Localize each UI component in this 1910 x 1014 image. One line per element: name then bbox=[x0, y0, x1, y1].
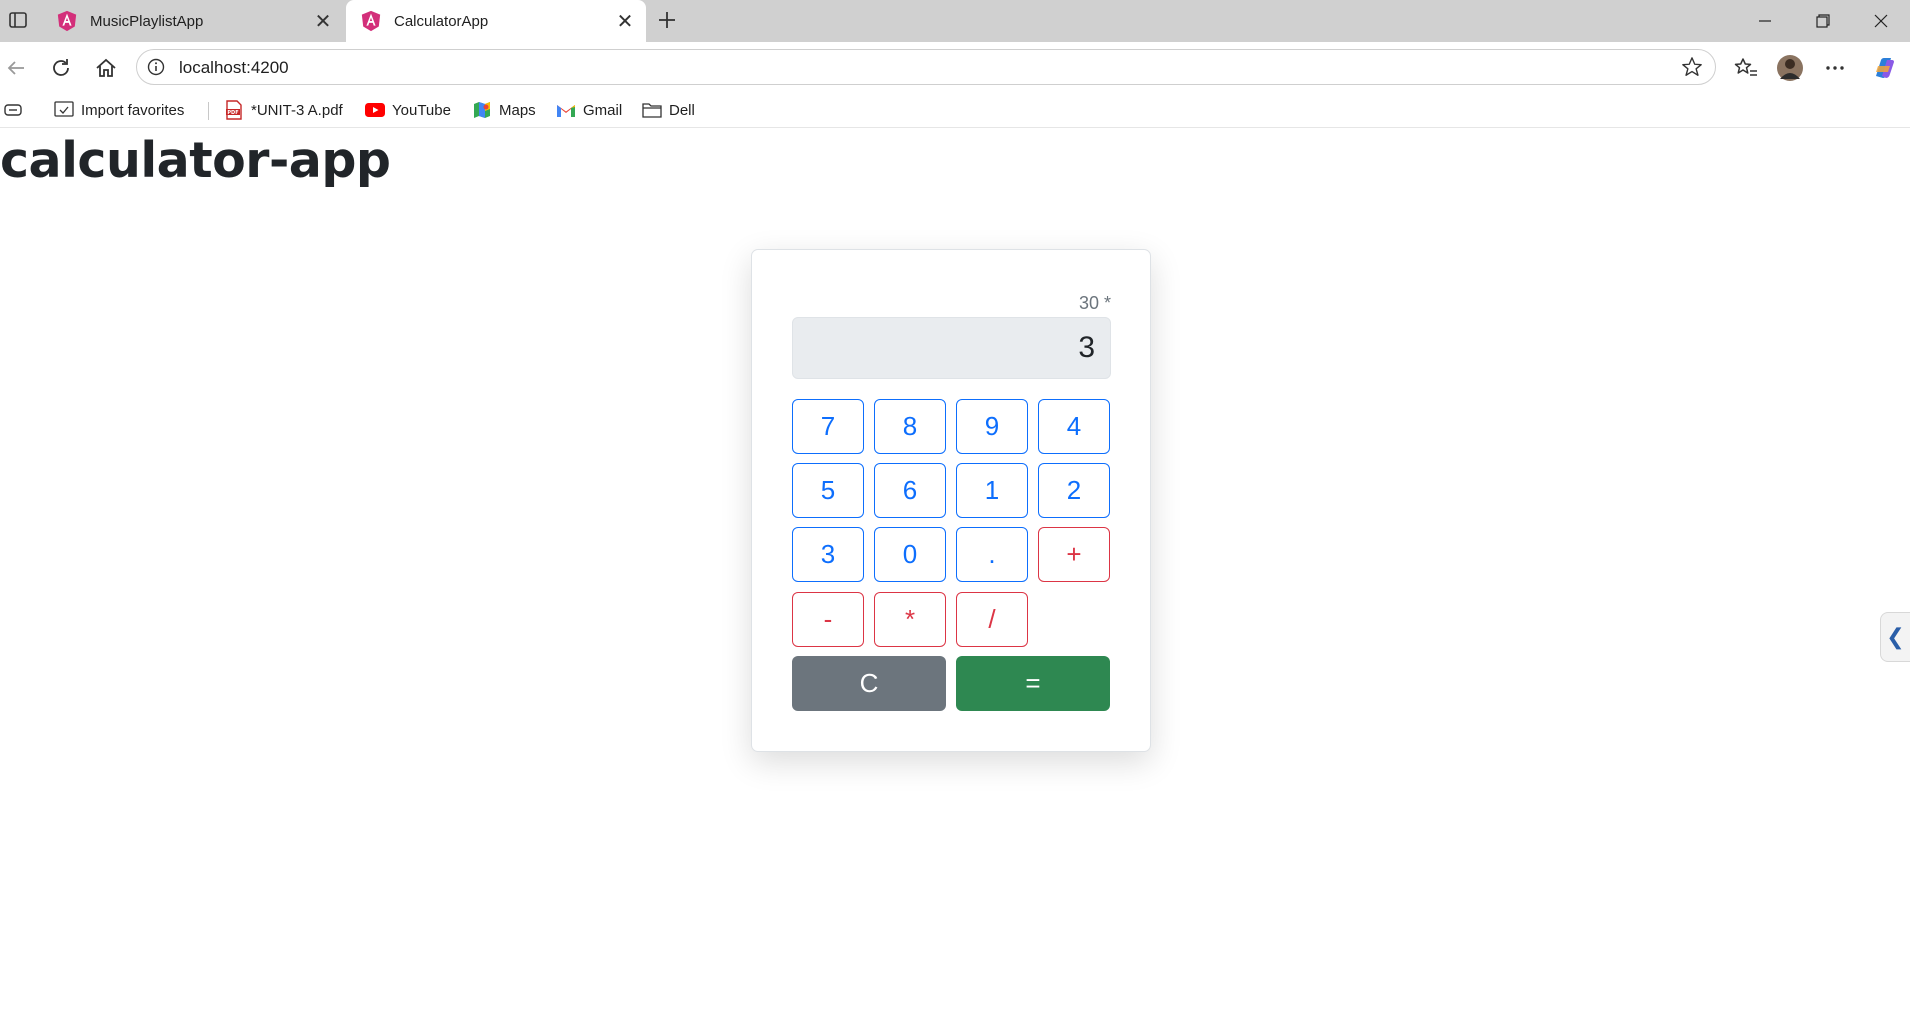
key-minus[interactable]: - bbox=[792, 592, 864, 647]
maps-icon bbox=[472, 101, 492, 119]
more-icon bbox=[1826, 66, 1844, 70]
minimize-button[interactable] bbox=[1736, 0, 1794, 42]
bookmark-label: Gmail bbox=[583, 101, 623, 119]
key-9[interactable]: 9 bbox=[956, 399, 1028, 454]
bookmark-youtube[interactable]: YouTube bbox=[365, 98, 451, 122]
minimize-icon bbox=[1759, 20, 1771, 22]
angular-icon bbox=[57, 10, 77, 32]
key-2[interactable]: 2 bbox=[1038, 463, 1110, 518]
tab-actions-icon bbox=[9, 12, 27, 28]
gmail-icon bbox=[556, 101, 576, 119]
bookmark-label: Import favorites bbox=[81, 101, 185, 119]
favorites-list-icon bbox=[1734, 58, 1757, 76]
chevron-left-icon: ❮ bbox=[1886, 624, 1905, 649]
bookmark-label: Maps bbox=[499, 101, 536, 119]
calculator-display: 3 bbox=[792, 317, 1111, 379]
refresh-icon bbox=[53, 59, 69, 76]
key-0[interactable]: 0 bbox=[874, 527, 946, 582]
equals-button[interactable]: = bbox=[956, 656, 1110, 711]
folder-icon bbox=[642, 101, 662, 119]
close-tab-icon[interactable]: ✕ bbox=[610, 6, 640, 36]
key-3[interactable]: 3 bbox=[792, 527, 864, 582]
display-value: 3 bbox=[1078, 331, 1095, 364]
bookmark-label: YouTube bbox=[392, 101, 451, 119]
tab-calculator[interactable]: CalculatorApp ✕ bbox=[346, 0, 646, 42]
favorite-star-icon[interactable] bbox=[1681, 56, 1703, 78]
restore-icon bbox=[1816, 14, 1830, 28]
restore-button[interactable] bbox=[1794, 0, 1852, 42]
browser-toolbar: localhost:4200 bbox=[0, 42, 1910, 92]
bookmark-import-favorites[interactable]: Import favorites bbox=[54, 98, 184, 122]
collections-button[interactable] bbox=[4, 98, 22, 122]
import-icon bbox=[54, 101, 74, 119]
key-5[interactable]: 5 bbox=[792, 463, 864, 518]
tab-actions-button[interactable] bbox=[4, 6, 32, 34]
youtube-icon bbox=[365, 101, 385, 119]
more-menu-button[interactable] bbox=[1819, 52, 1851, 84]
pdf-icon: PDF bbox=[224, 100, 244, 120]
back-button[interactable] bbox=[0, 52, 32, 84]
bookmark-label: *UNIT-3 A.pdf bbox=[251, 101, 343, 119]
profile-button[interactable] bbox=[1774, 52, 1806, 84]
key-plus[interactable]: + bbox=[1038, 527, 1110, 582]
bookmark-maps[interactable]: Maps bbox=[472, 98, 536, 122]
bookmarks-divider bbox=[208, 102, 209, 120]
key-7[interactable]: 7 bbox=[792, 399, 864, 454]
tab-strip: MusicPlaylistApp ✕ CalculatorApp ✕ bbox=[0, 0, 1910, 42]
bookmark-unit3-pdf[interactable]: PDF *UNIT-3 A.pdf bbox=[224, 98, 343, 122]
bookmark-folder-dell[interactable]: Dell bbox=[642, 98, 695, 122]
tab-music-playlist[interactable]: MusicPlaylistApp ✕ bbox=[42, 0, 344, 42]
key-4[interactable]: 4 bbox=[1038, 399, 1110, 454]
close-icon bbox=[1874, 14, 1888, 28]
key-multiply[interactable]: * bbox=[874, 592, 946, 647]
back-arrow-icon bbox=[7, 61, 24, 75]
key-decimal[interactable]: . bbox=[956, 527, 1028, 582]
expression-history: 30 * bbox=[1078, 293, 1111, 313]
home-button[interactable] bbox=[90, 52, 122, 84]
home-icon bbox=[96, 58, 116, 77]
new-tab-button[interactable] bbox=[652, 5, 682, 35]
copilot-icon bbox=[1876, 58, 1894, 78]
tab-label: MusicPlaylistApp bbox=[90, 12, 204, 30]
close-tab-icon[interactable]: ✕ bbox=[308, 6, 338, 36]
clear-button[interactable]: C bbox=[792, 656, 946, 711]
plus-icon bbox=[659, 12, 675, 28]
address-bar[interactable]: localhost:4200 bbox=[136, 49, 1716, 85]
collections-icon bbox=[4, 104, 22, 116]
url-text[interactable]: localhost:4200 bbox=[179, 58, 289, 78]
tab-label: CalculatorApp bbox=[394, 12, 489, 30]
key-1[interactable]: 1 bbox=[956, 463, 1028, 518]
svg-text:PDF: PDF bbox=[227, 110, 238, 116]
copilot-button[interactable] bbox=[1868, 52, 1900, 84]
bookmark-gmail[interactable]: Gmail bbox=[556, 98, 622, 122]
avatar bbox=[1777, 55, 1803, 81]
site-info-icon[interactable] bbox=[147, 58, 165, 76]
key-8[interactable]: 8 bbox=[874, 399, 946, 454]
angular-icon bbox=[361, 10, 381, 32]
bookmark-label: Dell bbox=[669, 101, 695, 119]
bookmarks-bar: Import favorites PDF *UNIT-3 A.pdf YouTu… bbox=[0, 92, 1910, 128]
sidebar-toggle-button[interactable]: ❮ bbox=[1880, 612, 1910, 662]
favorites-button[interactable] bbox=[1730, 52, 1762, 84]
page-title: calculator-app bbox=[0, 132, 391, 189]
refresh-button[interactable] bbox=[45, 52, 77, 84]
key-6[interactable]: 6 bbox=[874, 463, 946, 518]
key-divide[interactable]: / bbox=[956, 592, 1028, 647]
calculator-card: 30 * 3 7 8 9 4 5 6 1 2 3 0 . + - * / C = bbox=[751, 249, 1151, 752]
close-window-button[interactable] bbox=[1852, 0, 1910, 42]
